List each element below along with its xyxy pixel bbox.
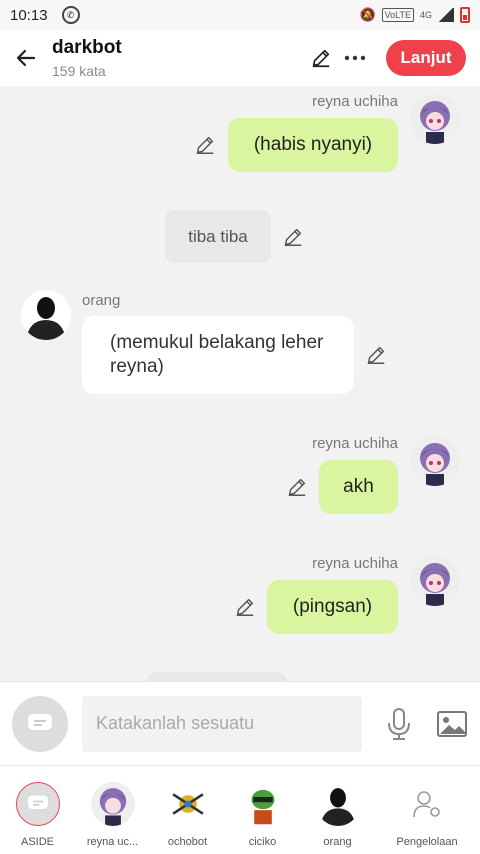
manage-avatar: [405, 782, 449, 826]
sender-name: reyna uchiha: [312, 435, 398, 452]
partial-bubble: [147, 672, 287, 681]
input-bar: [0, 681, 480, 765]
sender-name: reyna uchiha: [312, 93, 398, 110]
orang-avatar-image: [315, 782, 360, 826]
chat-header: darkbot 159 kata Lanjut: [0, 30, 480, 86]
pencil-icon[interactable]: [282, 226, 304, 248]
reyna-avatar-image: [410, 436, 460, 486]
image-button[interactable]: [436, 709, 468, 739]
pencil-icon: [312, 49, 330, 68]
message-bubble[interactable]: akh: [319, 460, 398, 514]
mute-icon: 🔕: [359, 7, 376, 22]
word-count: 159 kata: [52, 63, 106, 79]
status-bar: 10:13 ✆ 🔕 VoLTE 4G: [0, 0, 480, 30]
character-orang[interactable]: orang: [300, 766, 375, 854]
volte-badge: VoLTE: [381, 8, 414, 22]
sender-name: orang: [82, 292, 121, 309]
ciciko-avatar: [240, 782, 285, 826]
whatsapp-icon: ✆: [61, 6, 80, 24]
edit-story-button[interactable]: [304, 38, 338, 78]
character-aside[interactable]: ASIDE: [0, 766, 75, 854]
chat-bubble-icon: [27, 795, 48, 809]
narration-bubble[interactable]: tiba tiba: [165, 210, 271, 263]
sender-name: reyna uchiha: [312, 555, 398, 572]
mic-button[interactable]: [384, 707, 414, 741]
character-label: Pengelolaan: [396, 836, 458, 848]
aside-avatar: [15, 782, 60, 826]
title-block: darkbot 159 kata: [52, 37, 304, 79]
pencil-icon[interactable]: [365, 344, 387, 366]
reyna-avatar: [90, 782, 135, 826]
character-label: ciciko: [248, 836, 277, 848]
manage-characters-button[interactable]: Pengelolaan: [375, 766, 479, 854]
more-options-button[interactable]: [338, 38, 372, 78]
chat-area[interactable]: reyna uchiha (habis nyanyi) tiba tiba or…: [0, 86, 480, 681]
avatar-orang[interactable]: [21, 290, 71, 340]
message-bubble[interactable]: (habis nyanyi): [228, 118, 398, 172]
user-settings-icon: [413, 791, 440, 818]
image-icon: [437, 710, 467, 737]
character-bar: ASIDE reyna uc... ochobot ciciko orang P…: [0, 765, 480, 854]
character-label: ASIDE: [20, 836, 54, 848]
status-icons: 🔕 VoLTE 4G: [359, 7, 470, 23]
pencil-icon[interactable]: [194, 134, 216, 156]
microphone-icon: [388, 707, 410, 740]
pencil-icon[interactable]: [234, 596, 256, 618]
arrow-left-icon: [16, 49, 36, 67]
status-time: 10:13: [10, 6, 48, 24]
aside-mode-button[interactable]: [12, 695, 68, 752]
character-label: reyna uc...: [86, 836, 139, 848]
network-type: 4G: [419, 9, 432, 20]
orang-avatar-image: [21, 290, 71, 340]
avatar-reyna[interactable]: [410, 94, 460, 144]
message-input[interactable]: [82, 695, 362, 752]
message-bubble[interactable]: (pingsan): [267, 580, 398, 634]
ochobot-avatar-image: [165, 782, 210, 826]
pencil-icon[interactable]: [286, 476, 308, 498]
message-bubble[interactable]: (memukul belakang leher reyna): [82, 316, 354, 394]
battery-icon: [460, 7, 470, 23]
orang-avatar: [315, 782, 360, 826]
ochobot-avatar: [165, 782, 210, 826]
character-label: ochobot: [167, 836, 208, 848]
character-reyna[interactable]: reyna uc...: [75, 766, 150, 854]
reyna-avatar-image: [410, 556, 460, 606]
reyna-avatar-image: [90, 782, 135, 826]
page-title: darkbot: [52, 37, 122, 58]
more-dots-icon: [344, 55, 366, 61]
avatar-reyna[interactable]: [410, 436, 460, 486]
character-ochobot[interactable]: ochobot: [150, 766, 225, 854]
signal-icon: [438, 8, 454, 22]
next-button[interactable]: Lanjut: [386, 40, 466, 76]
back-button[interactable]: [0, 30, 52, 86]
character-label: orang: [323, 836, 352, 848]
chat-bubble-icon: [28, 713, 52, 730]
avatar-reyna[interactable]: [410, 556, 460, 606]
ciciko-avatar-image: [240, 782, 285, 826]
reyna-avatar-image: [410, 94, 460, 144]
character-ciciko[interactable]: ciciko: [225, 766, 300, 854]
